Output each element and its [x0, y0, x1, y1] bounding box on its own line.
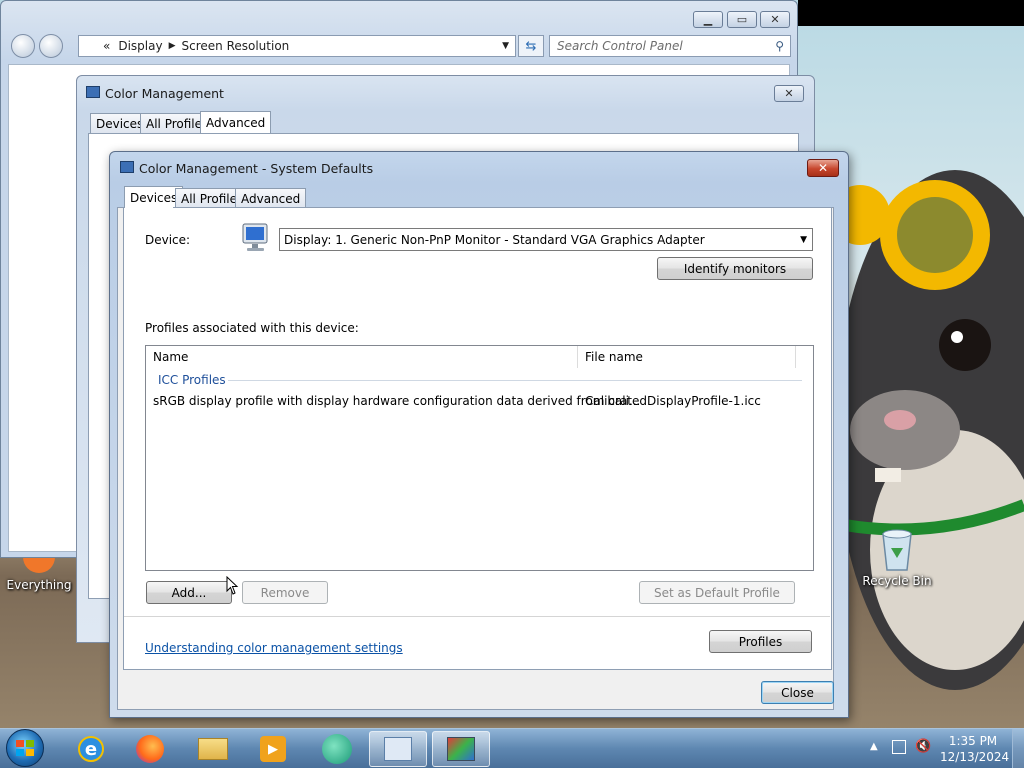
- group-divider: [228, 380, 802, 381]
- profile-file-cell: CalibratedDisplayProfile-1.icc: [585, 394, 761, 408]
- close-dialog-button[interactable]: Close: [761, 681, 834, 704]
- profiles-button[interactable]: Profiles: [709, 630, 812, 653]
- tab-advanced[interactable]: Advanced: [235, 188, 307, 209]
- back-button[interactable]: [11, 34, 35, 58]
- remove-button[interactable]: Remove: [242, 581, 328, 604]
- desktop-icon-recycle-bin[interactable]: Recycle Bin: [858, 528, 936, 588]
- taskbar-media-player[interactable]: ▶: [244, 731, 302, 767]
- speaker-muted-icon[interactable]: 🔇: [915, 739, 931, 754]
- window-title: Color Management: [105, 86, 224, 101]
- device-select-value: Display: 1. Generic Non-PnP Monitor - St…: [284, 232, 705, 247]
- desktop-icon-label: Everything: [6, 578, 72, 592]
- identify-monitors-button[interactable]: Identify monitors: [657, 257, 813, 280]
- windows-logo-icon: [16, 740, 34, 756]
- selected-tab-join: [125, 206, 173, 209]
- table-row[interactable]: sRGB display profile with display hardwa…: [146, 391, 813, 411]
- search-input[interactable]: Search Control Panel ⚲: [549, 35, 791, 57]
- taskbar-app[interactable]: [308, 731, 366, 767]
- profiles-list[interactable]: Name File name ICC Profiles sRGB display…: [145, 345, 814, 571]
- control-panel-icon: [384, 737, 412, 761]
- monitor-icon: [242, 223, 268, 251]
- breadcrumb-screen-resolution[interactable]: Screen Resolution: [182, 39, 290, 53]
- help-link[interactable]: Understanding color management settings: [145, 641, 403, 655]
- taskbar-explorer[interactable]: [184, 731, 242, 767]
- show-desktop-button[interactable]: [1012, 729, 1024, 768]
- minimize-button[interactable]: ▁: [693, 11, 723, 28]
- tab-advanced[interactable]: Advanced: [200, 111, 272, 134]
- desktop-icon-label: Recycle Bin: [862, 574, 932, 588]
- close-button[interactable]: ✕: [760, 11, 790, 28]
- address-bar[interactable]: « Display ▶ Screen Resolution ▼: [78, 35, 516, 57]
- close-button[interactable]: ✕: [807, 159, 839, 177]
- clock-date: 12/13/2024: [940, 750, 1010, 764]
- monitor-icon: [120, 161, 134, 173]
- refresh-icon[interactable]: ⇆: [518, 35, 544, 57]
- chevron-down-icon[interactable]: ▼: [800, 235, 807, 245]
- clock-time: 1:35 PM: [948, 734, 998, 748]
- show-hidden-icons-icon[interactable]: ▲: [870, 741, 878, 752]
- column-header-file-name[interactable]: File name: [578, 346, 796, 368]
- maximize-button[interactable]: ▭: [727, 11, 757, 28]
- taskbar-internet-explorer[interactable]: e: [62, 731, 120, 767]
- app-icon: [322, 734, 352, 764]
- forward-button[interactable]: [39, 34, 63, 58]
- taskbar-clock[interactable]: 1:35 PM 12/13/2024: [940, 733, 1010, 765]
- media-player-icon: ▶: [260, 736, 286, 762]
- network-icon[interactable]: [892, 740, 906, 754]
- taskbar-firefox[interactable]: [121, 731, 179, 767]
- add-button[interactable]: Add...: [146, 581, 232, 604]
- start-button[interactable]: [6, 729, 44, 767]
- breadcrumb-display[interactable]: Display: [118, 39, 162, 53]
- monitor-icon: [86, 86, 100, 98]
- profiles-section-label: Profiles associated with this device:: [145, 321, 359, 335]
- internet-explorer-icon: e: [78, 736, 104, 762]
- device-select[interactable]: Display: 1. Generic Non-PnP Monitor - St…: [279, 228, 813, 251]
- search-placeholder: Search Control Panel: [557, 39, 683, 53]
- recycle-bin-icon: [882, 529, 912, 571]
- breadcrumb-separator-icon[interactable]: ▶: [169, 41, 176, 51]
- color-management-icon: [447, 737, 475, 761]
- taskbar-control-panel[interactable]: [369, 731, 427, 767]
- group-header-icc-profiles: ICC Profiles: [158, 373, 226, 387]
- search-icon[interactable]: ⚲: [775, 39, 784, 53]
- desktop-icon-everything[interactable]: Everything: [0, 555, 78, 592]
- profile-name-cell: sRGB display profile with display hardwa…: [153, 394, 641, 408]
- dialog-title: Color Management - System Defaults: [139, 161, 374, 176]
- address-dropdown-icon[interactable]: ▼: [502, 41, 509, 51]
- set-default-profile-button[interactable]: Set as Default Profile: [639, 581, 795, 604]
- divider: [124, 616, 830, 617]
- folder-icon: [198, 738, 228, 760]
- device-label: Device:: [145, 233, 191, 247]
- desktop-dark-strip: [798, 0, 1024, 26]
- taskbar-color-management[interactable]: [432, 731, 490, 767]
- breadcrumb-overflow-icon[interactable]: «: [103, 39, 110, 53]
- firefox-icon: [136, 735, 164, 763]
- mouse-cursor-icon: [226, 576, 239, 595]
- wallpaper-bunny-image: [845, 170, 1024, 690]
- close-button[interactable]: ✕: [774, 85, 804, 102]
- column-header-name[interactable]: Name: [146, 346, 578, 368]
